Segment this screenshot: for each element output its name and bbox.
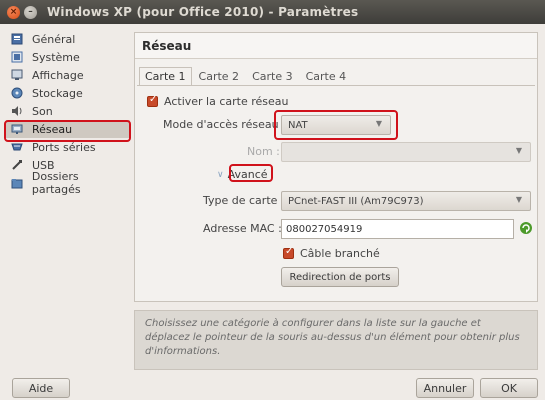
tab-content: Activer la carte réseau Mode d'accès rés…: [137, 85, 535, 299]
attachment-mode-label: Mode d'accès réseau :: [163, 118, 286, 131]
sidebar-item-shared-folders[interactable]: Dossiers partagés: [6, 170, 130, 196]
enable-adapter-checkbox[interactable]: [147, 94, 158, 107]
system-icon: [10, 50, 24, 64]
cable-connected-label: Câble branché: [300, 247, 380, 260]
chevron-down-icon: ▼: [515, 195, 523, 204]
maximize-window-button[interactable]: –: [24, 5, 37, 19]
name-select[interactable]: ▼: [281, 142, 531, 162]
sidebar-item-label: Général: [32, 32, 76, 46]
adapter-type-label: Type de carte :: [203, 194, 285, 207]
enable-adapter-label: Activer la carte réseau: [164, 95, 289, 108]
advanced-highlight-box: [229, 164, 273, 182]
sidebar-item-label: Stockage: [32, 86, 83, 100]
enable-adapter-row: Activer la carte réseau: [147, 94, 289, 108]
ok-button[interactable]: OK: [480, 378, 538, 398]
tab-adapter-1[interactable]: Carte 1: [139, 67, 192, 85]
mode-highlight-box: [274, 110, 398, 140]
refresh-icon: [520, 222, 532, 234]
sidebar-item-label: Ports séries: [32, 140, 96, 154]
network-highlight-box: [4, 120, 131, 142]
name-label: Nom :: [247, 145, 280, 158]
usb-icon: [10, 158, 24, 172]
category-sidebar: Général Système Affichage Stockage Son R…: [6, 30, 130, 196]
tab-adapter-4[interactable]: Carte 4: [300, 67, 353, 85]
window-title: Windows XP (pour Office 2010) - Paramètr…: [47, 5, 359, 19]
sidebar-item-label: Son: [32, 104, 53, 118]
sidebar-item-system[interactable]: Système: [6, 48, 130, 66]
title-bar: × – Windows XP (pour Office 2010) - Para…: [0, 0, 545, 24]
attachment-mode-row: Mode d'accès réseau :: [163, 118, 286, 131]
close-window-button[interactable]: ×: [7, 5, 20, 19]
settings-panel: Réseau Carte 1 Carte 2 Carte 3 Carte 4 A…: [134, 32, 538, 302]
port-forwarding-button[interactable]: Redirection de ports: [281, 267, 399, 287]
cancel-button[interactable]: Annuler: [416, 378, 474, 398]
tab-adapter-3[interactable]: Carte 3: [246, 67, 299, 85]
shared-folders-icon: [10, 176, 24, 190]
adapter-type-row: Type de carte :: [203, 194, 285, 207]
sidebar-item-general[interactable]: Général: [6, 30, 130, 48]
help-info-text: Choisissez une catégorie à configurer da…: [134, 310, 538, 370]
sidebar-item-sound[interactable]: Son: [6, 102, 130, 120]
adapter-tabs: Carte 1 Carte 2 Carte 3 Carte 4: [139, 67, 353, 85]
tab-adapter-2[interactable]: Carte 2: [193, 67, 246, 85]
help-button[interactable]: Aide: [12, 378, 70, 398]
adapter-type-select[interactable]: PCnet-FAST III (Am79C973) ▼: [281, 191, 531, 211]
mac-address-label: Adresse MAC :: [203, 222, 282, 235]
display-icon: [10, 68, 24, 82]
mac-address-value: 080027054919: [286, 223, 363, 235]
mac-address-row: Adresse MAC :: [203, 222, 282, 235]
cable-connected-row: Câble branché: [283, 246, 380, 260]
storage-icon: [10, 86, 24, 100]
sidebar-item-label: Dossiers partagés: [31, 170, 81, 196]
general-icon: [10, 32, 24, 46]
adapter-type-value: PCnet-FAST III (Am79C973): [288, 195, 424, 207]
refresh-mac-button[interactable]: [519, 221, 533, 235]
sound-icon: [10, 104, 24, 118]
mac-address-input[interactable]: 080027054919: [281, 219, 514, 239]
chevron-down-icon: ∨: [217, 169, 224, 180]
name-row: Nom :: [247, 145, 280, 158]
page-title: Réseau: [135, 33, 537, 59]
cable-connected-checkbox[interactable]: [283, 246, 294, 259]
chevron-down-icon: ▼: [515, 146, 523, 155]
sidebar-item-storage[interactable]: Stockage: [6, 84, 130, 102]
sidebar-item-label: Système: [32, 50, 80, 64]
serial-ports-icon: [10, 140, 24, 154]
sidebar-item-label: Affichage: [32, 68, 84, 82]
sidebar-item-display[interactable]: Affichage: [6, 66, 130, 84]
